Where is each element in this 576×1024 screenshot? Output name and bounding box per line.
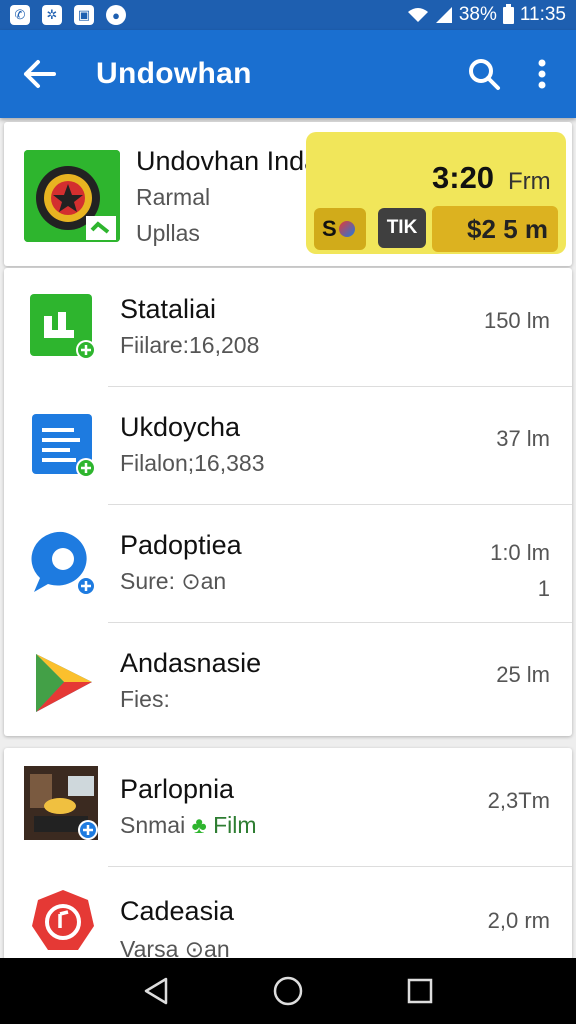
item-title: Cadeasia: [120, 896, 235, 926]
item-title: Andasnasie: [120, 648, 262, 678]
item-meta-count: 1: [537, 576, 550, 601]
item-meta: 2,3Tm: [487, 788, 550, 813]
nav-back-button[interactable]: [126, 961, 186, 1021]
item-meta: 37 lm: [496, 426, 550, 451]
item-title: Padoptiea: [120, 530, 242, 560]
list-item[interactable]: Stataliai Fiilare:16,208 150 lm: [4, 268, 572, 386]
nav-back-icon: [144, 977, 168, 1005]
chat-icon: ▣: [74, 5, 94, 25]
list-item[interactable]: Andasnasie Fies: 25 lm: [4, 622, 572, 740]
emblem-icon: [24, 150, 120, 242]
search-button[interactable]: [454, 30, 514, 118]
featured-unit: Frm: [508, 168, 551, 195]
more-vert-icon: [538, 59, 546, 89]
red-music-icon: [32, 890, 94, 950]
film-icon: ♣: [191, 812, 207, 838]
featured-info-panel: 3:20 Frm S TIK $2 5 m: [306, 132, 566, 254]
settings-icon: ✲: [42, 5, 62, 25]
featured-subtitle: Rarmal: [136, 184, 211, 210]
list-item[interactable]: Padoptiea Sure: ⊙an 1:0 lm 1: [4, 504, 572, 622]
photo-thumbnail-icon: [24, 766, 98, 840]
blue-chat-icon: [31, 531, 96, 596]
item-subtitle: Fiilare:16,208: [120, 332, 260, 358]
item-title: Parlopnia: [120, 774, 235, 804]
featured-card[interactable]: Undovhan Indanii Rarmal Upllas 3:20 Frm …: [4, 122, 572, 266]
nav-recents-icon: [407, 978, 433, 1004]
item-subtitle-highlight: Film: [213, 812, 257, 838]
list-item[interactable]: Ukdoycha Filalon;16,383 37 lm: [4, 386, 572, 504]
tag-chip: TIK: [378, 208, 426, 248]
colored-dot-icon: [338, 221, 355, 237]
app-bar: Undowhan: [0, 30, 576, 118]
price-badge: $2 5 m: [432, 206, 558, 252]
green-chart-icon: [30, 294, 96, 360]
page-title: Undowhan: [96, 57, 252, 90]
signal-icon: [435, 7, 452, 23]
back-arrow-icon: [24, 60, 56, 88]
clock: 11:35: [519, 4, 566, 25]
item-title: Ukdoycha: [120, 412, 241, 442]
item-meta: 1:0 lm: [490, 540, 550, 565]
app-icon: ●: [106, 5, 126, 25]
phone-icon: ✆: [10, 5, 30, 25]
wifi-icon: [407, 8, 428, 22]
item-subtitle: Filalon;16,383: [120, 450, 265, 476]
status-bar: ✆ ✲ ▣ ● 38% 11:35: [0, 0, 576, 30]
item-subtitle: Varsa ⊙an: [120, 936, 230, 960]
featured-time: 3:20: [432, 160, 495, 195]
back-button[interactable]: [0, 30, 80, 118]
nav-recents-button[interactable]: [390, 961, 450, 1021]
list-card-2: Parlopnia Snmai ♣ Film 2,3Tm Cadeasia Va…: [4, 748, 572, 960]
search-icon: [469, 59, 500, 90]
list-item[interactable]: Parlopnia Snmai ♣ Film 2,3Tm: [4, 748, 572, 866]
navigation-bar: [0, 958, 576, 1024]
battery-icon: [502, 3, 514, 24]
badge-chip-label: S: [322, 216, 337, 241]
nav-home-button[interactable]: [258, 961, 318, 1021]
item-meta: 25 lm: [496, 662, 550, 687]
item-meta: 150 lm: [483, 308, 550, 333]
featured-subtitle-2: Upllas: [136, 220, 200, 246]
badge-chip: S: [314, 208, 366, 250]
item-subtitle: Snmai ♣ Film: [120, 812, 257, 839]
list-card: Stataliai Fiilare:16,208 150 lm Ukdoycha…: [4, 268, 572, 736]
battery-percent: 38%: [458, 4, 497, 25]
item-meta: 2,0 rm: [487, 908, 550, 933]
play-triangle-icon: [36, 654, 92, 712]
nav-home-icon: [273, 976, 303, 1006]
list-item[interactable]: Cadeasia Varsa ⊙an 2,0 rm: [4, 866, 572, 960]
blue-document-icon: [32, 414, 96, 478]
item-subtitle: Sure: ⊙an: [120, 568, 227, 594]
item-subtitle-text: Snmai: [120, 812, 186, 838]
item-title: Stataliai: [120, 294, 217, 324]
more-options-button[interactable]: [514, 30, 570, 118]
item-subtitle: Fies:: [120, 686, 170, 712]
